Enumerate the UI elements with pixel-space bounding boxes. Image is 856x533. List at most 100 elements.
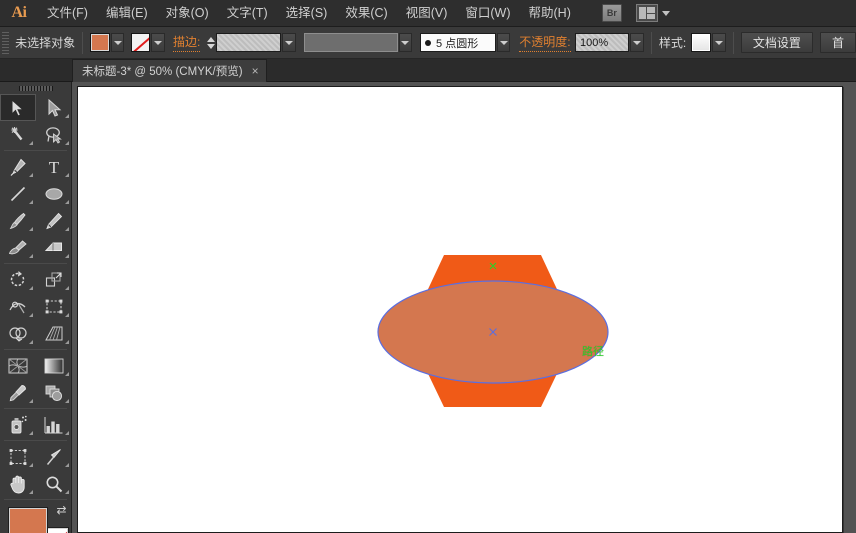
- direct-selection-tool[interactable]: [36, 94, 72, 121]
- close-icon[interactable]: ×: [252, 65, 259, 77]
- fill-chevron-down-icon[interactable]: [110, 33, 125, 52]
- arrange-cell-top: [647, 7, 655, 13]
- smart-guide-label: 路径: [582, 346, 604, 358]
- preferences-button[interactable]: 首: [820, 32, 856, 53]
- document-tab[interactable]: 未标题-3* @ 50% (CMYK/预览) ×: [72, 59, 267, 82]
- opacity-field[interactable]: 100%: [574, 33, 630, 52]
- menu-effect[interactable]: 效果(C): [336, 0, 396, 27]
- eraser-tool[interactable]: [36, 234, 72, 261]
- toolbox-group-transform: [0, 266, 71, 347]
- width-profile-field[interactable]: [304, 33, 398, 52]
- menu-view[interactable]: 视图(V): [397, 0, 457, 27]
- style-label: 样式:: [658, 36, 687, 50]
- arrange-documents-icon[interactable]: [635, 4, 658, 22]
- magic-wand-tool[interactable]: [0, 121, 36, 148]
- menu-object[interactable]: 对象(O): [157, 0, 218, 27]
- menu-bar: Ai 文件(F) 编辑(E) 对象(O) 文字(T) 选择(S) 效果(C) 视…: [0, 0, 856, 27]
- opacity-label[interactable]: 不透明度:: [519, 33, 571, 52]
- blob-brush-tool[interactable]: [0, 234, 36, 261]
- gradient-tool[interactable]: [36, 352, 72, 379]
- width-profile-chevron-down-icon[interactable]: [398, 33, 413, 52]
- selection-status-label: 未选择对象: [15, 36, 76, 50]
- toolbox-grip[interactable]: [0, 82, 71, 94]
- divider: [82, 31, 84, 54]
- brush-definition-field[interactable]: 5 点圆形: [420, 33, 496, 52]
- brush-dot-icon: [425, 39, 432, 46]
- divider: [4, 440, 67, 441]
- slice-tool[interactable]: [36, 443, 72, 470]
- divider: [4, 349, 67, 350]
- paintbrush-tool[interactable]: [0, 207, 36, 234]
- toolbox-group-view: [0, 443, 71, 497]
- lasso-tool[interactable]: [36, 121, 72, 148]
- fill-swatch[interactable]: [90, 33, 110, 52]
- canvas-area[interactable]: 路径: [72, 82, 856, 533]
- style-chevron-down-icon[interactable]: [712, 33, 726, 52]
- stroke-label[interactable]: 描边:: [172, 33, 201, 52]
- divider: [732, 31, 734, 54]
- arrange-cell-bottom: [647, 13, 655, 19]
- line-segment-tool[interactable]: [0, 180, 36, 207]
- graphic-style-swatch[interactable]: [690, 33, 712, 52]
- document-tab-title: 未标题-3* @ 50% (CMYK/预览): [82, 66, 243, 78]
- svg-text:T: T: [49, 158, 60, 176]
- hand-tool[interactable]: [0, 470, 36, 497]
- fill-stroke-indicator: ⇄: [0, 504, 72, 533]
- menu-select[interactable]: 选择(S): [277, 0, 337, 27]
- width-tool[interactable]: [0, 293, 36, 320]
- pen-tool[interactable]: [0, 153, 36, 180]
- toolbox-group-symbols: [0, 411, 71, 438]
- illustrator-window: Ai 文件(F) 编辑(E) 对象(O) 文字(T) 选择(S) 效果(C) 视…: [0, 0, 856, 533]
- menu-help[interactable]: 帮助(H): [520, 0, 580, 27]
- grip-lines: [18, 85, 53, 91]
- mesh-tool[interactable]: [0, 352, 36, 379]
- toolbox-group-draw: T: [0, 153, 71, 261]
- brush-chevron-down-icon[interactable]: [496, 33, 511, 52]
- toolbox-group-selection: [0, 94, 71, 148]
- menu-file[interactable]: 文件(F): [38, 0, 97, 27]
- toolbox-group-paint: [0, 352, 71, 406]
- artboard[interactable]: 路径: [77, 86, 843, 533]
- stroke-weight-field[interactable]: [216, 33, 282, 52]
- stepper-down-icon[interactable]: [206, 43, 215, 49]
- scale-tool[interactable]: [36, 266, 72, 293]
- divider: [4, 408, 67, 409]
- stroke-swatch-none-icon[interactable]: [130, 33, 151, 52]
- app-logo-icon: Ai: [11, 4, 28, 21]
- blend-tool[interactable]: [36, 379, 72, 406]
- divider: [4, 499, 67, 500]
- menu-window[interactable]: 窗口(W): [456, 0, 519, 27]
- toolbox-panel: T ⇄: [0, 82, 72, 533]
- type-tool[interactable]: T: [36, 153, 72, 180]
- document-tab-strip: 未标题-3* @ 50% (CMYK/预览) ×: [0, 59, 856, 82]
- eyedropper-tool[interactable]: [0, 379, 36, 406]
- bridge-icon[interactable]: Br: [601, 4, 622, 22]
- stroke-weight-chevron-down-icon[interactable]: [282, 33, 297, 52]
- menu-edit[interactable]: 编辑(E): [97, 0, 157, 27]
- rotate-tool[interactable]: [0, 266, 36, 293]
- zoom-tool[interactable]: [36, 470, 72, 497]
- perspective-grid-tool[interactable]: [36, 320, 72, 347]
- control-bar-grip[interactable]: [2, 31, 10, 54]
- selection-tool[interactable]: [0, 94, 36, 121]
- ellipse-tool[interactable]: [36, 180, 72, 207]
- symbol-sprayer-tool[interactable]: [0, 411, 36, 438]
- arrange-chevron-down-icon[interactable]: [661, 10, 670, 16]
- stepper-up-icon[interactable]: [206, 36, 215, 42]
- stroke-chevron-down-icon[interactable]: [151, 33, 165, 52]
- artwork-layer: [377, 255, 609, 407]
- pencil-tool[interactable]: [36, 207, 72, 234]
- menu-type[interactable]: 文字(T): [218, 0, 277, 27]
- free-transform-tool[interactable]: [36, 293, 72, 320]
- shape-builder-tool[interactable]: [0, 320, 36, 347]
- divider: [650, 31, 652, 54]
- toolbox-fill-swatch[interactable]: [8, 507, 48, 533]
- column-graph-tool[interactable]: [36, 411, 72, 438]
- stroke-weight-stepper[interactable]: [206, 33, 216, 52]
- divider: [4, 150, 67, 151]
- opacity-chevron-down-icon[interactable]: [630, 33, 644, 52]
- swap-fill-stroke-icon[interactable]: ⇄: [55, 504, 68, 517]
- brush-definition-label: 5 点圆形: [436, 37, 479, 50]
- artboard-tool[interactable]: [0, 443, 36, 470]
- document-setup-button[interactable]: 文档设置: [740, 32, 813, 53]
